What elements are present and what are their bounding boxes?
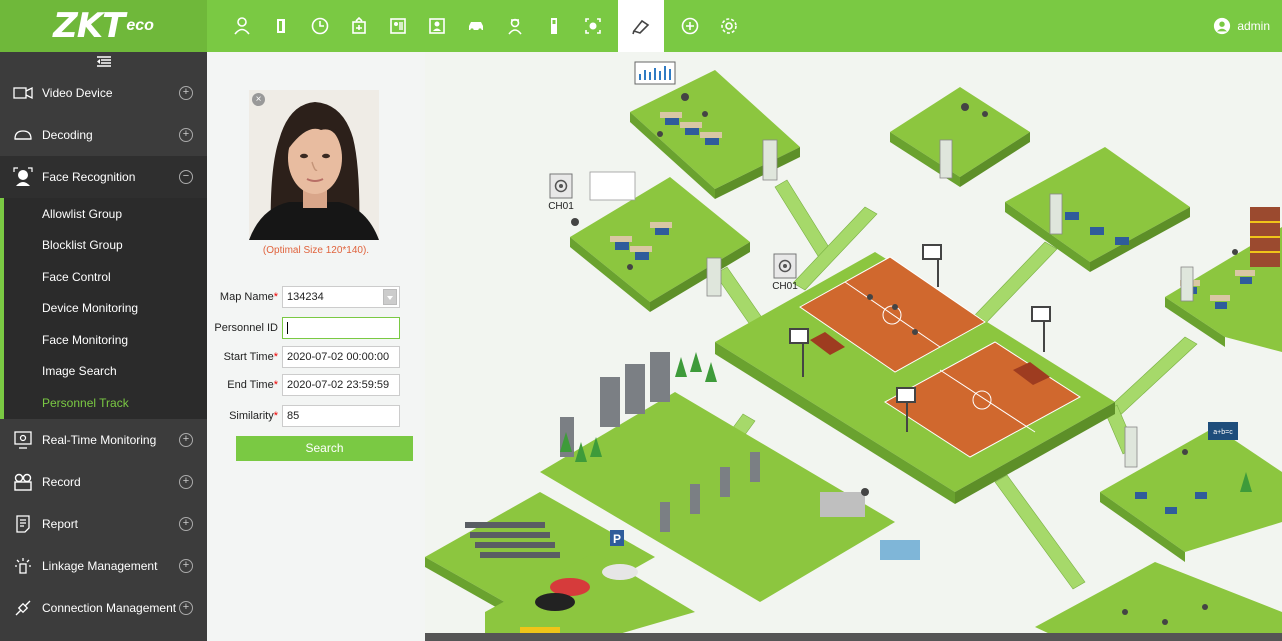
personnel-track-form: × (Optimal Size 120*140). Map Name* 1342… — [207, 52, 425, 641]
sidebar-item-connection-management[interactable]: Connection Management + — [0, 587, 207, 629]
svg-text:P: P — [613, 532, 621, 546]
map-name-select[interactable]: 134234 — [282, 286, 400, 308]
monitor-icon — [12, 430, 34, 450]
face-scan-icon[interactable] — [573, 0, 612, 52]
camera-icon — [12, 83, 34, 103]
map-name-label: Map Name — [219, 291, 274, 303]
gear-icon[interactable] — [709, 0, 748, 52]
camera-label: CH01 — [548, 201, 574, 212]
sidebar-item-allowlist-group[interactable]: Allowlist Group — [4, 198, 207, 230]
clock-icon[interactable] — [300, 0, 339, 52]
sidebar-item-decoding[interactable]: Decoding + — [0, 114, 207, 156]
search-button[interactable]: Search — [236, 436, 413, 461]
expand-icon[interactable]: + — [179, 86, 193, 100]
end-time-label: End Time — [227, 379, 274, 391]
device-icon[interactable] — [534, 0, 573, 52]
personnel-id-input[interactable] — [282, 317, 400, 339]
required-mark: * — [273, 291, 278, 303]
expand-icon[interactable]: + — [179, 128, 193, 142]
camera-marker-icon[interactable] — [773, 253, 797, 279]
sidebar-item-image-search[interactable]: Image Search — [4, 356, 207, 388]
required-mark: * — [273, 351, 278, 363]
user-icon — [1214, 17, 1231, 35]
sidebar-item-linkage-management[interactable]: Linkage Management + — [0, 545, 207, 587]
camera-label: CH01 — [772, 281, 798, 292]
required-mark: * — [273, 410, 278, 422]
sidebar-item-blocklist-group[interactable]: Blocklist Group — [4, 230, 207, 262]
expand-icon[interactable]: + — [179, 432, 193, 447]
linkage-icon — [12, 556, 34, 576]
expand-icon[interactable]: + — [179, 474, 193, 489]
sidebar-item-record[interactable]: Record + — [0, 461, 207, 503]
sidebar-item-face-recognition[interactable]: Face Recognition − — [0, 156, 207, 198]
sidebar-item-face-monitoring[interactable]: Face Monitoring — [4, 324, 207, 356]
expand-icon[interactable]: + — [179, 558, 193, 573]
sidebar-item-real-time-monitoring[interactable]: Real-Time Monitoring + — [0, 419, 207, 461]
map-scrollbar[interactable] — [425, 633, 1282, 641]
start-time-row: Start Time* 2020-07-02 00:00:00 — [207, 346, 425, 368]
connection-icon — [12, 598, 34, 618]
sidebar-item-device-monitoring[interactable]: Device Monitoring — [4, 293, 207, 325]
car-icon[interactable] — [456, 0, 495, 52]
face-icon — [12, 167, 34, 187]
sidebar-item-report[interactable]: Report + — [0, 503, 207, 545]
collapse-menu-icon[interactable] — [0, 52, 207, 72]
photo-size-hint: (Optimal Size 120*140). — [262, 245, 370, 256]
sidebar: Video Device + Decoding + Face Recogniti… — [0, 52, 207, 641]
required-mark: * — [273, 379, 278, 391]
entrance-icon[interactable] — [417, 0, 456, 52]
expand-icon[interactable]: + — [179, 600, 193, 615]
guard-icon[interactable] — [495, 0, 534, 52]
remove-photo-icon[interactable]: × — [252, 93, 265, 106]
similarity-input[interactable]: 85 — [282, 405, 400, 427]
similarity-label: Similarity — [229, 410, 274, 422]
personnel-id-label: Personnel ID — [214, 322, 278, 334]
record-icon — [12, 472, 34, 492]
plus-circle-icon[interactable] — [670, 0, 709, 52]
start-time-label: Start Time — [223, 351, 274, 363]
visitor-icon[interactable] — [378, 0, 417, 52]
video-icon[interactable] — [618, 0, 664, 52]
start-time-input[interactable]: 2020-07-02 00:00:00 — [282, 346, 400, 368]
elevator-icon[interactable] — [339, 0, 378, 52]
expand-icon[interactable]: + — [179, 516, 193, 531]
sidebar-item-personnel-track[interactable]: Personnel Track — [4, 387, 207, 419]
similarity-row: Similarity* 85 — [207, 405, 425, 427]
building-map[interactable]: P a+b=c CH01 CH01 — [425, 52, 1282, 641]
sidebar-item-video-device[interactable]: Video Device + — [0, 72, 207, 114]
door-icon[interactable] — [261, 0, 300, 52]
report-icon — [12, 514, 34, 534]
personnel-id-row: Personnel ID — [207, 317, 425, 339]
end-time-row: End Time* 2020-07-02 23:59:59 — [207, 374, 425, 396]
zkteco-logo: ZKT eco — [0, 0, 207, 52]
module-icons — [222, 0, 748, 52]
person-icon[interactable] — [222, 0, 261, 52]
map-name-row: Map Name* 134234 — [207, 286, 425, 308]
svg-text:a+b=c: a+b=c — [1213, 429, 1233, 436]
camera-marker-icon[interactable] — [549, 173, 573, 199]
text-caret — [287, 322, 288, 335]
decoder-icon — [12, 125, 34, 145]
username: admin — [1237, 19, 1270, 33]
user-menu[interactable]: admin — [1213, 0, 1270, 52]
top-navigation-bar: ZKT eco admin — [0, 0, 1282, 52]
collapse-icon[interactable]: − — [179, 170, 193, 184]
sidebar-item-face-control[interactable]: Face Control — [4, 261, 207, 293]
end-time-input[interactable]: 2020-07-02 23:59:59 — [282, 374, 400, 396]
chevron-down-icon[interactable] — [383, 289, 397, 305]
face-recognition-submenu: Allowlist Group Blocklist Group Face Con… — [0, 198, 207, 419]
face-photo[interactable] — [249, 90, 379, 240]
